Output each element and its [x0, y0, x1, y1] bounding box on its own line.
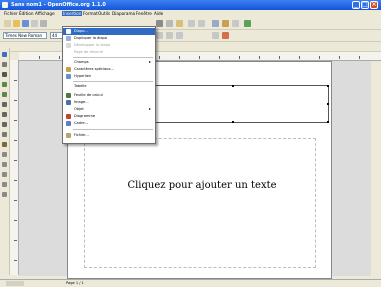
application-window: Sans nom1 - OpenOffice.org 1.1.0 _ □ × F…: [0, 0, 381, 287]
align-right-icon[interactable]: [176, 32, 183, 39]
print-icon[interactable]: [40, 20, 47, 27]
interaction-icon[interactable]: [2, 192, 7, 197]
edit-file-icon[interactable]: [31, 20, 38, 27]
resize-handle[interactable]: [232, 85, 234, 87]
menu-outils[interactable]: Outils: [98, 11, 110, 16]
resize-handle[interactable]: [327, 85, 329, 87]
special-character-icon: [66, 67, 71, 72]
text-tool-icon[interactable]: [2, 72, 7, 77]
zoom-tool-icon[interactable]: [2, 62, 7, 67]
menu-bar: Fichier Édition Affichage Insertion Form…: [0, 10, 381, 18]
expand-slide-icon: [66, 43, 71, 48]
redo-icon[interactable]: [198, 20, 205, 27]
text-placeholder[interactable]: Cliquez pour ajouter un texte: [112, 180, 292, 191]
menu-fenetre[interactable]: Fenêtre: [136, 11, 152, 16]
connector-icon[interactable]: [2, 122, 7, 127]
menu-format[interactable]: Format: [83, 11, 98, 16]
title-placeholder-frame[interactable]: [137, 85, 329, 123]
align-center-icon[interactable]: [166, 32, 173, 39]
status-bar: Page 1 / 1: [0, 279, 381, 287]
menu-affichage[interactable]: Affichage: [35, 11, 55, 16]
undo-icon[interactable]: [188, 20, 195, 27]
3d-objects-icon[interactable]: [2, 132, 7, 137]
file-icon: [66, 133, 71, 138]
drawing-toolbar: [0, 48, 10, 275]
save-icon[interactable]: [22, 20, 29, 27]
resize-handle[interactable]: [327, 121, 329, 123]
help-icon[interactable]: [244, 20, 251, 27]
app-icon: [2, 2, 8, 8]
effects-icon[interactable]: [2, 182, 7, 187]
menu-edition[interactable]: Édition: [19, 11, 34, 16]
resize-handle[interactable]: [232, 121, 234, 123]
menu-item-cadre[interactable]: Cadre...: [63, 120, 155, 127]
menu-diaporama[interactable]: Diaporama: [112, 11, 135, 16]
rotate-icon[interactable]: [2, 142, 7, 147]
font-color-icon[interactable]: [222, 32, 229, 39]
menu-item-tabelle[interactable]: Tabelle: [63, 83, 155, 90]
submenu-arrow-icon: ▸: [148, 106, 151, 111]
menu-item-developper-diapo[interactable]: Développer la diapo: [63, 42, 155, 49]
spreadsheet-icon: [66, 93, 71, 98]
menu-item-fichier[interactable]: Fichier...: [63, 132, 155, 139]
resize-handle[interactable]: [327, 103, 329, 105]
menu-fichier[interactable]: Fichier: [4, 11, 18, 16]
hyperlink-icon: [66, 74, 71, 79]
submenu-arrow-icon: ▸: [148, 59, 151, 64]
duplicate-slide-icon: [66, 36, 71, 41]
zoom-icon[interactable]: [232, 20, 239, 27]
menu-item-caracteres-speciaux[interactable]: Caractères spéciaux...: [63, 66, 155, 73]
insert-menu: Diapo... Dupliquer la diapo Développer l…: [62, 26, 156, 144]
curve-icon[interactable]: [2, 112, 7, 117]
menu-item-diagramme[interactable]: Diagramme: [63, 113, 155, 120]
insert-icon[interactable]: [2, 172, 7, 177]
navigator-icon[interactable]: [212, 20, 219, 27]
image-icon: [66, 100, 71, 105]
copy-icon[interactable]: [166, 20, 173, 27]
menu-item-diapo[interactable]: Diapo...: [63, 28, 155, 35]
rectangle-icon[interactable]: [2, 82, 7, 87]
menu-separator: [73, 129, 153, 130]
alignment-icon[interactable]: [2, 152, 7, 157]
menu-item-objet[interactable]: Objet ▸: [63, 106, 155, 113]
new-icon[interactable]: [4, 20, 11, 27]
window-title: Sans nom1 - OpenOffice.org 1.1.0: [11, 2, 106, 8]
menu-item-hyperlien[interactable]: Hyperlien: [63, 73, 155, 80]
frame-icon: [66, 121, 71, 126]
menu-separator: [73, 81, 153, 82]
close-button[interactable]: ×: [370, 1, 378, 9]
standard-toolbar: [0, 18, 381, 30]
menu-item-dupliquer-diapo[interactable]: Dupliquer la diapo: [63, 35, 155, 42]
menu-aide[interactable]: Aide: [154, 11, 163, 16]
gallery-icon[interactable]: [222, 20, 229, 27]
cut-icon[interactable]: [156, 20, 163, 27]
title-bar[interactable]: Sans nom1 - OpenOffice.org 1.1.0 _ □ ×: [0, 0, 381, 10]
select-icon[interactable]: [2, 52, 7, 57]
page-indicator: Page 1 / 1: [66, 281, 84, 285]
minimize-button[interactable]: _: [352, 1, 360, 9]
align-left-icon[interactable]: [156, 32, 163, 39]
maximize-button[interactable]: □: [361, 1, 369, 9]
arrange-icon[interactable]: [2, 162, 7, 167]
menu-item-image[interactable]: Image...: [63, 99, 155, 106]
bullets-icon[interactable]: [212, 32, 219, 39]
vertical-ruler: [10, 60, 19, 275]
menu-insertion[interactable]: Insertion: [62, 11, 83, 16]
slide-icon: [66, 29, 71, 34]
open-icon[interactable]: [13, 20, 20, 27]
text-placeholder-frame[interactable]: [84, 138, 316, 268]
menu-item-page-resume[interactable]: Page de résumé: [63, 49, 155, 56]
object-toolbar: [0, 42, 381, 52]
chart-icon: [66, 114, 71, 119]
menu-item-feuille-calcul[interactable]: Feuille de calcul: [63, 92, 155, 99]
menu-item-champs[interactable]: Champs ▸: [63, 59, 155, 66]
font-name-select[interactable]: Times New Roman: [3, 32, 47, 39]
formatting-toolbar: Times New Roman 44: [0, 30, 381, 42]
paste-icon[interactable]: [176, 20, 183, 27]
line-icon[interactable]: [2, 102, 7, 107]
slide-view-buttons[interactable]: [6, 281, 24, 286]
ellipse-icon[interactable]: [2, 92, 7, 97]
menu-separator: [73, 57, 153, 58]
